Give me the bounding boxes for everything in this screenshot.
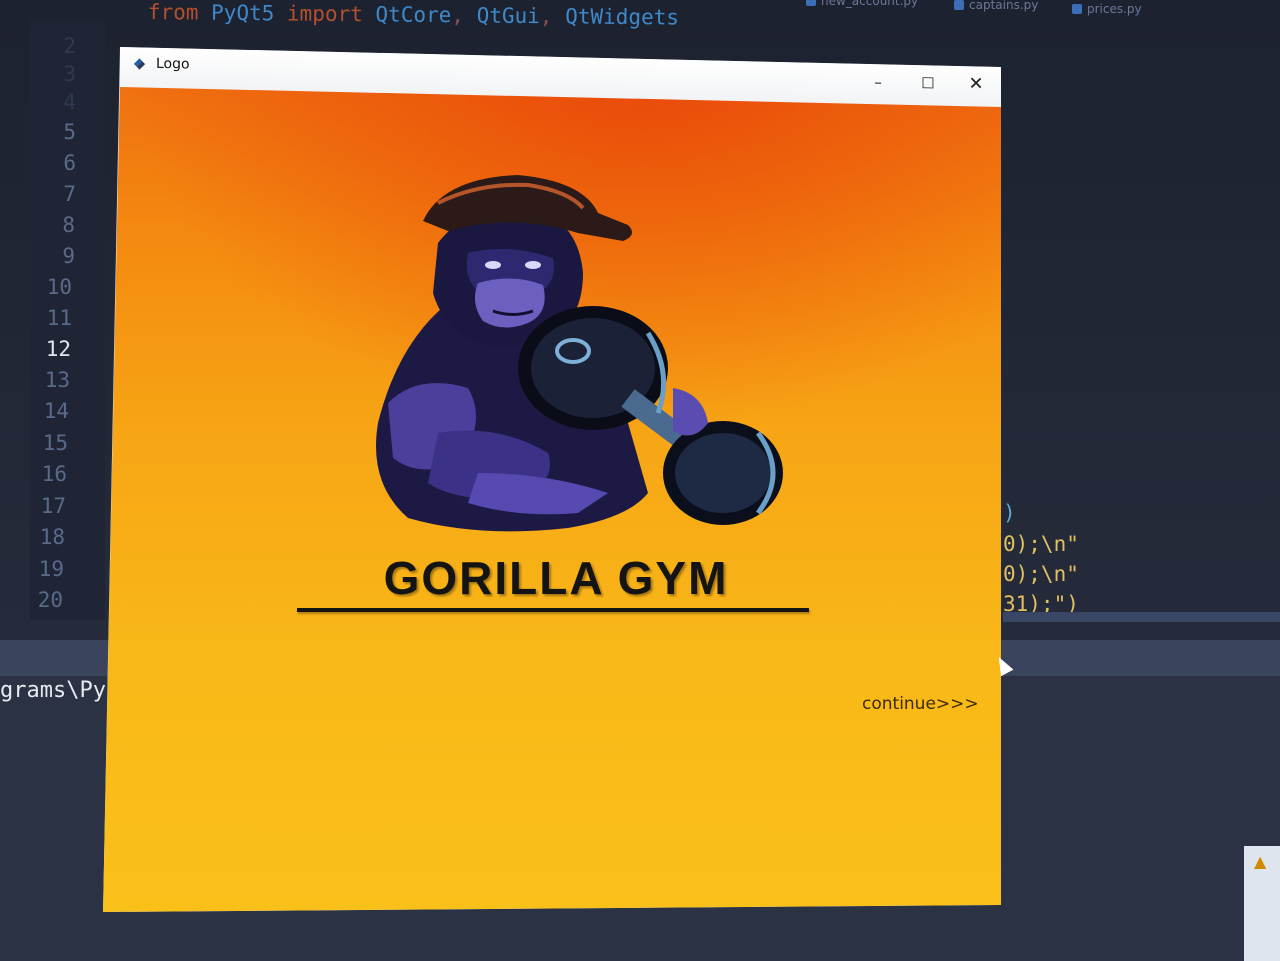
line-number: 17 [40,494,66,518]
python-file-icon [954,0,964,10]
line-number: 19 [38,557,64,581]
tab-new-account[interactable]: new_account.py [806,0,918,8]
close-button[interactable]: ✕ [961,72,991,97]
line-number-active: 12 [45,337,71,361]
minimize-button[interactable]: – [863,70,893,95]
title-underline [297,608,809,612]
python-file-icon [806,0,816,6]
line-number: 5 [63,120,76,144]
line-number: 18 [39,525,65,549]
gorilla-dumbbell-logo [376,175,783,532]
line-number: 8 [62,213,75,237]
warning-notification[interactable]: ▲ [1244,846,1280,961]
editor-scroll-indicator [1003,612,1280,622]
line-number: 14 [43,399,69,423]
line-number: 4 [63,90,76,114]
continue-link[interactable]: continue>>> [862,694,979,714]
maximize-button[interactable]: ☐ [913,71,943,96]
line-number: 3 [63,62,76,86]
terminal-path: grams\Py [0,678,106,703]
brand-title: GORILLA GYM [383,552,729,604]
python-app-icon [133,58,146,70]
tab-prices[interactable]: prices.py [1072,2,1142,16]
logo-window[interactable]: GORILLA GYM continue>>> Logo – ☐ ✕ [103,47,1001,912]
code-fragment: 0);\n" [1003,562,1079,586]
line-number: 7 [63,182,76,206]
line-number: 6 [63,151,76,175]
code-fragment: ) [1003,501,1016,525]
line-number: 2 [63,34,76,58]
python-file-icon [1072,4,1082,14]
window-content: GORILLA GYM continue>>> [103,83,1001,912]
code-fragment: 0);\n" [1003,532,1079,556]
line-number: 9 [62,244,75,268]
line-number: 13 [44,368,70,392]
line-number: 10 [46,275,72,299]
line-number: 16 [41,462,67,486]
tab-captains[interactable]: captains.py [954,0,1038,12]
line-number: 15 [42,431,68,455]
line-number: 11 [46,306,72,330]
warning-icon: ▲ [1254,852,1267,871]
window-title: Logo [156,55,190,73]
line-number: 20 [37,588,63,612]
